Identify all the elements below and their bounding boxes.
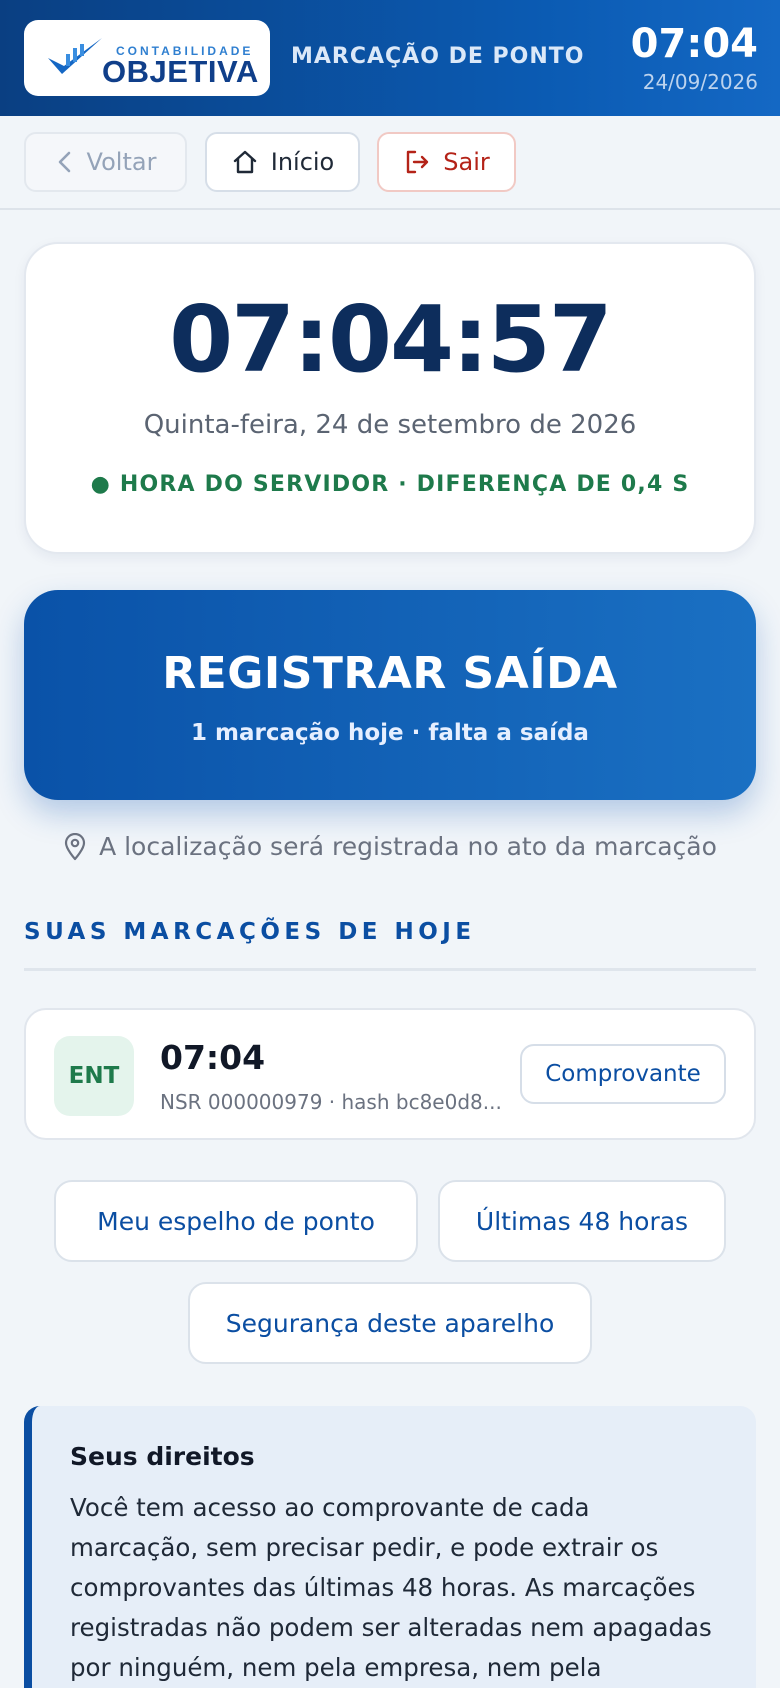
company-logo[interactable]: CONTABILIDADE OBJETIVA [24,20,270,96]
section-divider [24,968,756,971]
back-button[interactable]: Voltar [24,132,187,192]
punch-type-badge: ENT [54,1036,134,1116]
logout-icon [407,150,429,174]
device-security-button[interactable]: Segurança deste aparelho [188,1282,592,1364]
location-note-text: A localização será registrada no ato da … [99,832,717,861]
timesheet-mirror-button[interactable]: Meu espelho de ponto [54,1180,418,1262]
nav-bar: Voltar Início Sair [0,116,780,210]
chevron-left-icon [58,151,70,173]
server-clock-card: 07:04:57 Quinta-feira, 24 de setembro de… [24,242,756,554]
register-button-subtitle: 1 marcação hoje · falta a saída [191,720,589,746]
location-note: A localização será registrada no ato da … [0,832,780,861]
current-date: Quinta-feira, 24 de setembro de 2026 [143,410,637,440]
logout-button[interactable]: Sair [377,132,516,192]
logo-wordmark: OBJETIVA [102,54,259,89]
punch-meta: NSR 000000979 · hash bc8e0d8... [160,1090,502,1114]
rights-body: Você tem acesso ao comprovante de cada m… [70,1493,712,1682]
list-item: ENT 07:04 NSR 000000979 · hash bc8e0d8..… [24,1008,756,1140]
server-time-status: ● HORA DO SERVIDOR · DIFERENÇA DE 0,4 S [90,472,690,497]
section-title-today: SUAS MARCAÇÕES DE HOJE [24,919,476,945]
punch-time: 07:04 [160,1038,266,1077]
rights-info-box: Seus direitos Você tem acesso ao comprov… [24,1406,756,1688]
register-button-title: REGISTRAR SAÍDA [162,648,618,699]
home-icon [233,150,256,174]
location-pin-icon [64,832,86,860]
page-title: MARCAÇÃO DE PONTO [291,44,585,69]
server-clock: 07:04:57 [169,286,613,393]
last-48-hours-button[interactable]: Últimas 48 horas [438,1180,726,1262]
header-date: 24/09/2026 [642,70,758,94]
header-clock: 07:04 [630,21,758,67]
logo-check-icon [48,38,102,74]
rights-title: Seus direitos [70,1442,255,1471]
back-label: Voltar [86,148,157,176]
receipt-button[interactable]: Comprovante [520,1044,726,1104]
home-button[interactable]: Início [205,132,360,192]
home-label: Início [270,148,335,176]
register-exit-button[interactable]: REGISTRAR SAÍDA 1 marcação hoje · falta … [24,590,756,800]
logout-label: Sair [443,148,490,176]
app-header: CONTABILIDADE OBJETIVA MARCAÇÃO DE PONTO… [0,0,780,116]
